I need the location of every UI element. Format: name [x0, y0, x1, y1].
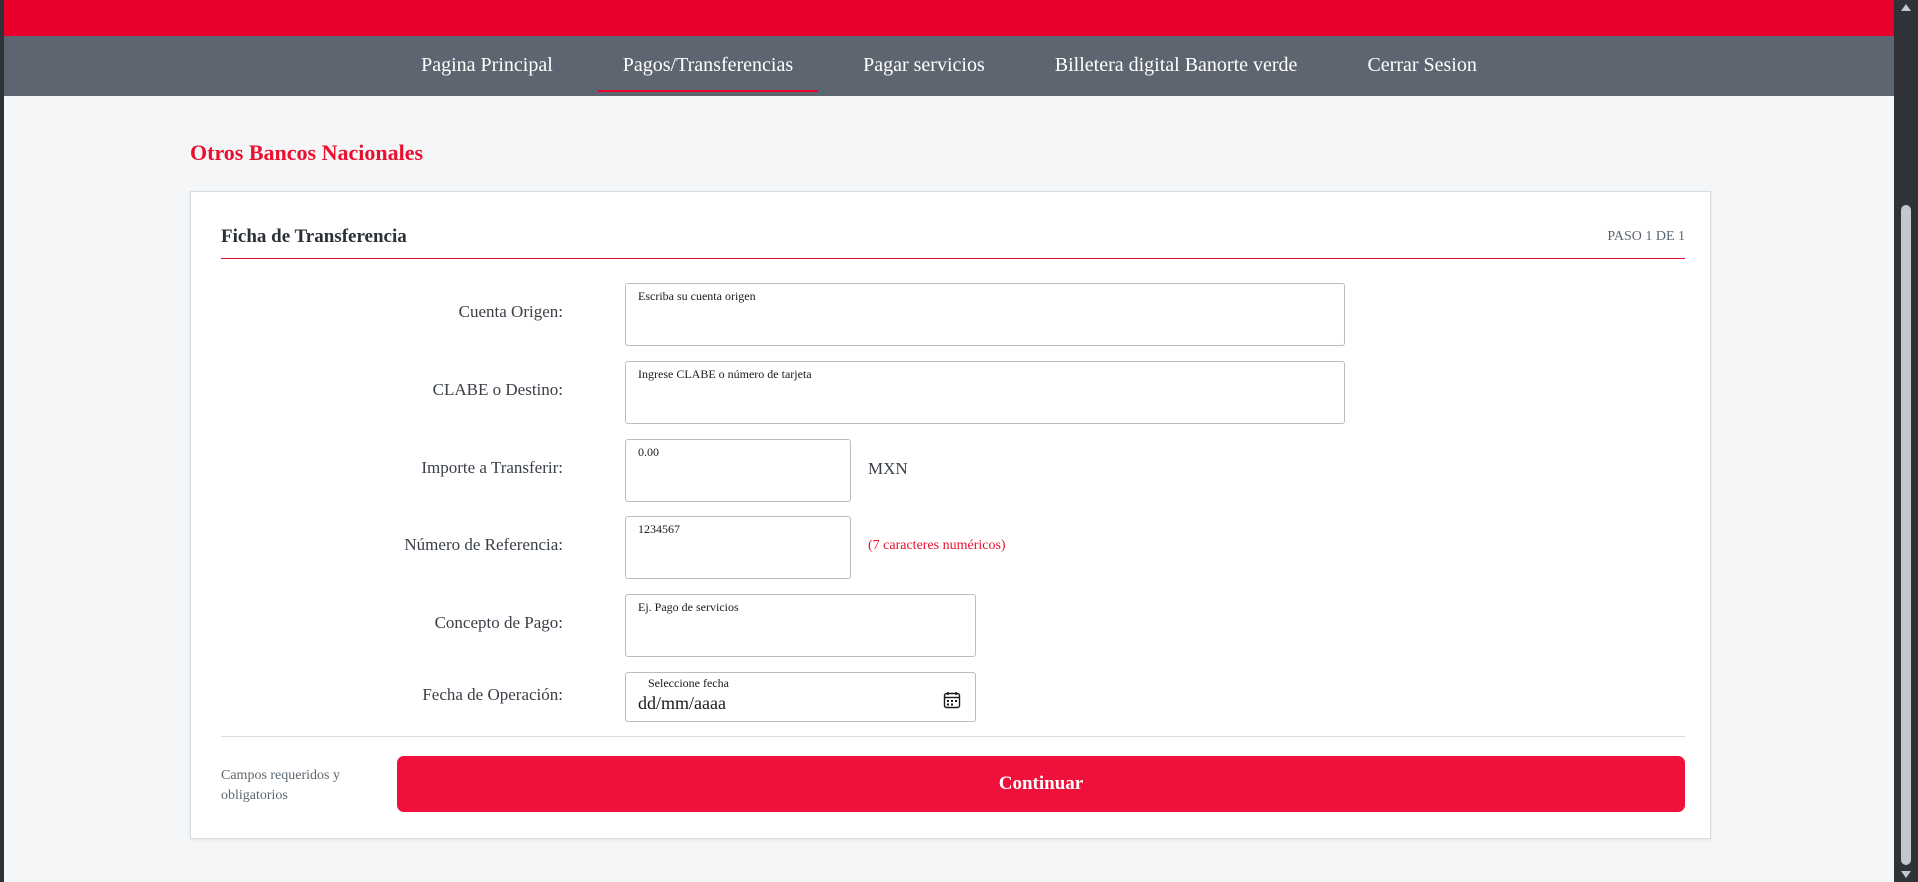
clabe-destino-input[interactable]: Ingrese CLABE o número de tarjeta — [625, 361, 1345, 424]
nav-item-pagina-principal[interactable]: Pagina Principal — [386, 36, 588, 96]
scroll-down-arrow-icon[interactable] — [1901, 871, 1911, 878]
card-title: Ficha de Transferencia — [221, 226, 407, 247]
form-divider — [221, 736, 1685, 737]
fecha-input[interactable]: Seleccione fecha dd/mm/aaaa — [625, 672, 976, 722]
scroll-up-arrow-icon[interactable] — [1901, 4, 1911, 11]
vertical-scrollbar[interactable] — [1894, 0, 1918, 882]
main-content: Otros Bancos Nacionales Ficha de Transfe… — [4, 96, 1894, 882]
required-fields-note: Campos requeridos y obligatorios — [221, 768, 340, 803]
card-header: Ficha de Transferencia PASO 1 DE 1 — [221, 192, 1685, 259]
concepto-input[interactable]: Ej. Pago de servicios — [625, 594, 976, 657]
nav-item-cerrar-sesion[interactable]: Cerrar Sesion — [1332, 36, 1511, 96]
nav-item-pagos-transferencias[interactable]: Pagos/Transferencias — [588, 36, 828, 96]
referencia-input[interactable]: 1234567 — [625, 516, 851, 579]
nav-item-billetera-digital[interactable]: Billetera digital Banorte verde — [1020, 36, 1333, 96]
calendar-icon[interactable] — [943, 691, 961, 709]
nav-item-pagar-servicios[interactable]: Pagar servicios — [828, 36, 1020, 96]
fecha-label: Fecha de Operación: — [422, 685, 563, 704]
concepto-label: Concepto de Pago: — [434, 613, 563, 632]
importe-label: Importe a Transferir: — [421, 458, 563, 477]
importe-input[interactable]: 0.00 — [625, 439, 851, 502]
main-nav: Pagina Principal Pagos/Transferencias Pa… — [4, 36, 1894, 96]
fecha-value: dd/mm/aaaa — [638, 693, 726, 713]
brand-top-bar — [4, 0, 1894, 36]
page-title: Otros Bancos Nacionales — [190, 140, 424, 165]
step-indicator: PASO 1 DE 1 — [1607, 229, 1685, 244]
continue-button[interactable]: Continuar — [397, 756, 1685, 812]
referencia-hint: (7 caracteres numéricos) — [868, 538, 1006, 553]
referencia-label: Número de Referencia: — [404, 535, 563, 554]
cuenta-origen-label: Cuenta Origen: — [458, 302, 563, 321]
cuenta-origen-input[interactable]: Escriba su cuenta origen — [625, 283, 1345, 346]
scroll-thumb[interactable] — [1901, 205, 1911, 865]
clabe-destino-label: CLABE o Destino: — [432, 380, 563, 399]
transfer-card: Ficha de Transferencia PASO 1 DE 1 Cuent… — [190, 191, 1711, 839]
currency-label: MXN — [868, 459, 908, 478]
fecha-caption: Seleccione fecha — [648, 676, 729, 690]
